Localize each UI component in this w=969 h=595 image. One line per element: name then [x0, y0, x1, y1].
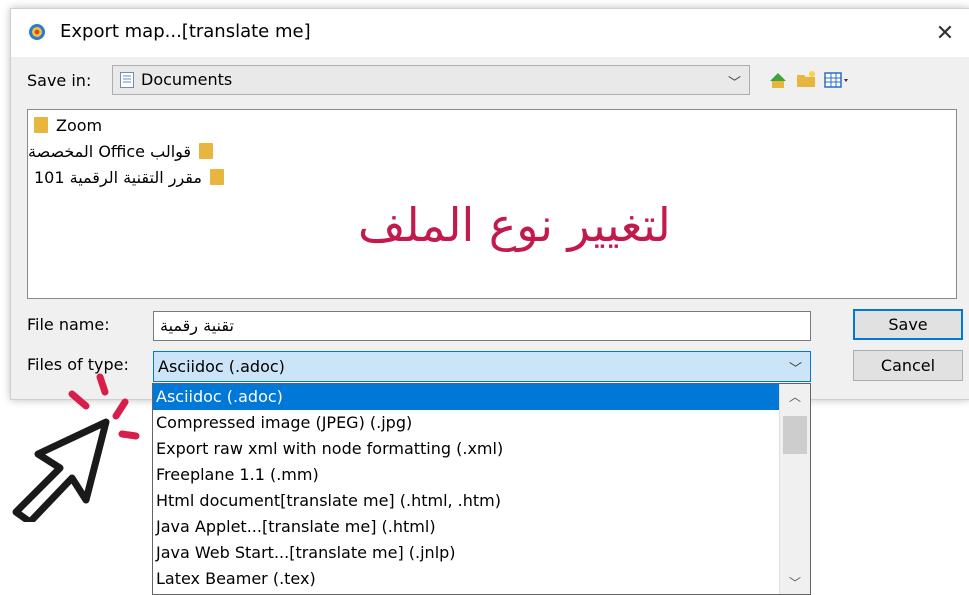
- file-item-label: مقرر التقنية الرقمية 101: [34, 167, 202, 187]
- scroll-up-icon[interactable]: ︿: [780, 384, 810, 408]
- save-in-combo[interactable]: Documents ﹀: [112, 65, 750, 95]
- folder-icon: [209, 169, 224, 185]
- folder-icon: [34, 117, 48, 133]
- file-name-label: File name:: [27, 315, 110, 334]
- annotation-caption: لتغيير نوع الملف: [358, 198, 671, 252]
- export-map-dialog: Export map...[translate me] ✕ Save in: D…: [10, 8, 969, 400]
- list-item[interactable]: مقرر التقنية الرقمية 101: [34, 166, 224, 188]
- dropdown-option[interactable]: Asciidoc (.adoc): [153, 384, 779, 410]
- app-icon: [29, 24, 45, 40]
- dropdown-option[interactable]: Freeplane 1.1 (.mm): [153, 462, 779, 488]
- files-of-type-combo[interactable]: Asciidoc (.adoc) ﹀: [153, 351, 811, 382]
- list-item[interactable]: قوالب Office المخصصة: [28, 140, 214, 162]
- file-name-value: تقنية رقمية: [160, 316, 234, 335]
- dropdown-option[interactable]: Html document[translate me] (.html, .htm…: [153, 488, 779, 514]
- up-one-level-icon[interactable]: [767, 69, 789, 91]
- dropdown-option[interactable]: Java Applet...[translate me] (.html): [153, 514, 779, 540]
- pointer-click-icon: [12, 373, 140, 522]
- dropdown-option[interactable]: Compressed image (JPEG) (.jpg): [153, 410, 779, 436]
- view-menu-icon[interactable]: [823, 69, 851, 91]
- file-type-dropdown-list[interactable]: Asciidoc (.adoc) Compressed image (JPEG)…: [152, 383, 811, 595]
- dialog-title: Export map...[translate me]: [60, 21, 311, 42]
- cancel-button[interactable]: Cancel: [853, 350, 963, 381]
- files-of-type-value: Asciidoc (.adoc): [158, 357, 285, 376]
- file-list[interactable]: Zoom قوالب Office المخصصة مقرر التقنية ا…: [27, 109, 957, 299]
- dropdown-option[interactable]: Latex Beamer (.tex): [153, 566, 779, 592]
- scroll-thumb[interactable]: [783, 416, 807, 454]
- scroll-down-icon[interactable]: ﹀: [780, 570, 810, 594]
- close-icon: ✕: [935, 20, 955, 46]
- chevron-down-icon: ﹀: [788, 362, 802, 377]
- file-name-input[interactable]: تقنية رقمية: [153, 311, 811, 341]
- dropdown-option[interactable]: Java Web Start...[translate me] (.jnlp): [153, 540, 779, 566]
- file-item-label: قوالب Office المخصصة: [28, 141, 192, 161]
- documents-folder-icon: [120, 72, 134, 88]
- save-in-label: Save in:: [27, 71, 92, 90]
- close-button[interactable]: ✕: [921, 9, 969, 57]
- create-new-folder-icon[interactable]: [795, 69, 817, 91]
- chevron-down-icon: ﹀: [727, 76, 741, 91]
- title-bar: Export map...[translate me] ✕: [11, 9, 969, 57]
- save-button[interactable]: Save: [853, 309, 963, 340]
- folder-icon: [199, 143, 214, 159]
- list-item[interactable]: Zoom: [34, 114, 102, 136]
- dropdown-option[interactable]: Export raw xml with node formatting (.xm…: [153, 436, 779, 462]
- save-in-value: Documents: [141, 70, 233, 89]
- dropdown-scrollbar[interactable]: ︿ ﹀: [779, 384, 810, 594]
- file-item-label: Zoom: [56, 115, 103, 135]
